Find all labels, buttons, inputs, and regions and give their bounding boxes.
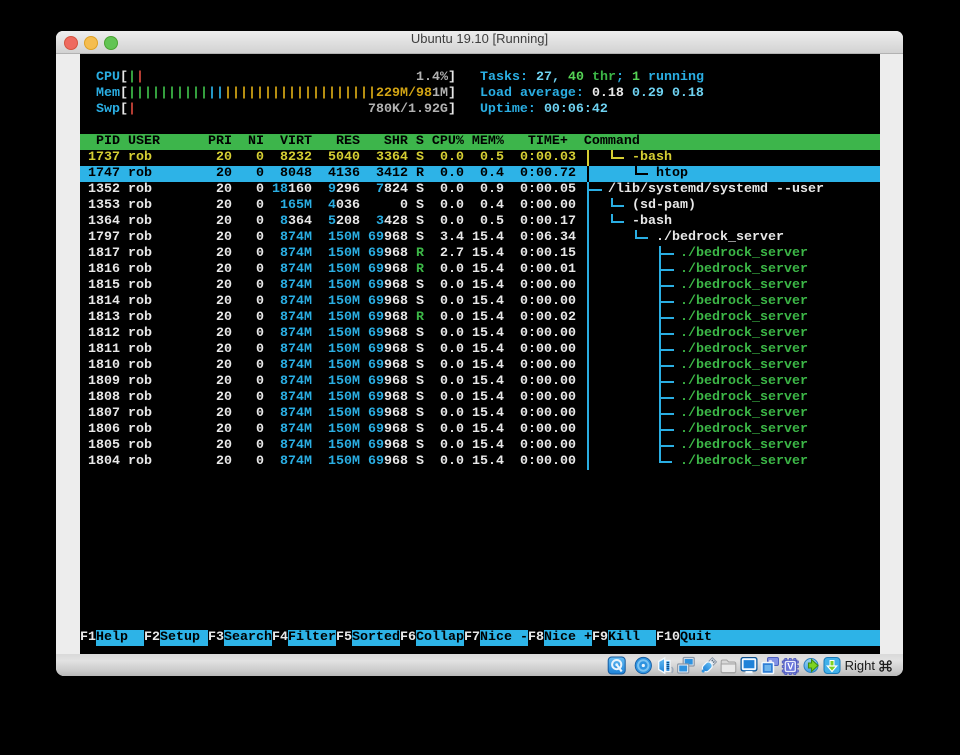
svg-text:V: V <box>787 662 794 673</box>
